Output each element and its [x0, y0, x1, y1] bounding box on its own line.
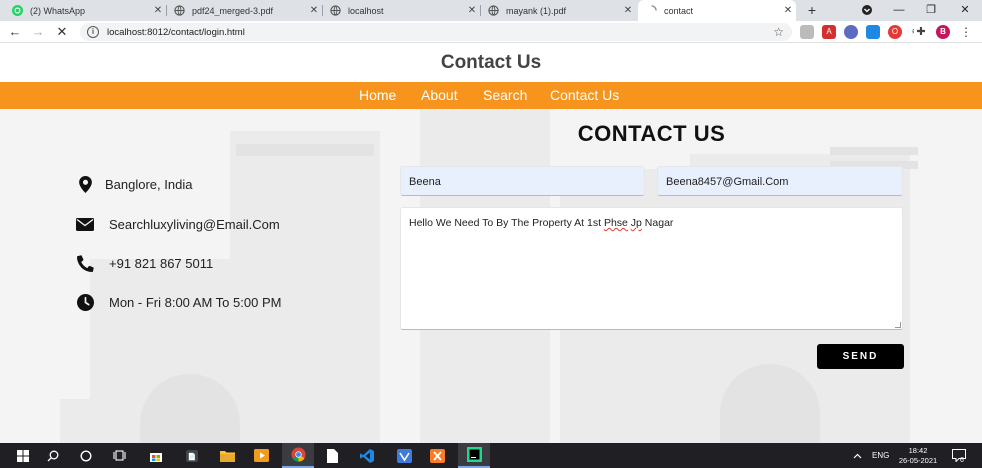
- email-input[interactable]: Beena8457@Gmail.Com: [657, 166, 903, 196]
- tab-close-icon[interactable]: ✕: [306, 5, 322, 16]
- cortana-icon[interactable]: [77, 447, 95, 464]
- bookmark-star-icon[interactable]: ☆: [773, 25, 784, 39]
- globe-icon: [174, 5, 185, 16]
- message-text: Nagar: [641, 217, 674, 229]
- xampp-icon[interactable]: [428, 447, 446, 464]
- new-tab-button[interactable]: +: [803, 0, 821, 21]
- info-address-text: Banglore, India: [105, 176, 193, 192]
- site-info-icon[interactable]: i: [87, 26, 99, 38]
- globe-icon: [488, 5, 499, 16]
- loading-spinner-icon: [646, 5, 657, 16]
- vpn-icon[interactable]: [395, 447, 413, 464]
- windows-start-icon[interactable]: [14, 447, 32, 464]
- textarea-resize-handle[interactable]: [895, 322, 901, 328]
- browser-tab-localhost[interactable]: localhost ✕: [322, 0, 480, 21]
- browser-toolbar: ← → ✕ i localhost:8012/contact/login.htm…: [0, 21, 982, 43]
- restore-icon[interactable]: ❐: [916, 0, 946, 21]
- clock-icon: [76, 293, 94, 311]
- svg-text:📄: 📄: [188, 452, 197, 461]
- extension-opera-icon[interactable]: O: [888, 25, 902, 39]
- whatsapp-icon: [12, 5, 23, 16]
- language-indicator[interactable]: ENG: [872, 443, 889, 468]
- tab-close-icon[interactable]: ✕: [150, 5, 166, 16]
- store-icon[interactable]: [147, 447, 165, 464]
- message-misspelled-word: Phse: [603, 217, 628, 229]
- tab-title: contact: [664, 5, 694, 16]
- info-hours-text: Mon - Fri 8:00 AM To 5:00 PM: [109, 294, 282, 310]
- close-window-icon[interactable]: ✕: [950, 0, 980, 21]
- tab-title: localhost: [348, 5, 384, 16]
- background-building: [230, 131, 380, 443]
- browser-menu-icon[interactable]: ⋮: [959, 25, 973, 39]
- pycharm-icon[interactable]: [458, 443, 490, 468]
- send-button[interactable]: SEND: [817, 344, 904, 369]
- tab-title: mayank (1).pdf: [506, 5, 567, 16]
- nav-about[interactable]: About: [421, 87, 458, 103]
- browser-tab-mayank-pdf[interactable]: mayank (1).pdf ✕: [480, 0, 636, 21]
- chrome-taskbar-icon[interactable]: [282, 443, 314, 468]
- extension-copy-icon[interactable]: [800, 25, 814, 39]
- message-misspelled-word: Jp: [630, 217, 642, 229]
- tab-close-icon[interactable]: ✕: [780, 5, 796, 16]
- address-bar[interactable]: i localhost:8012/contact/login.html ☆: [80, 23, 792, 41]
- tab-title: pdf24_merged-3.pdf: [192, 5, 274, 16]
- search-icon[interactable]: [44, 447, 62, 464]
- nav-search[interactable]: Search: [483, 87, 527, 103]
- contact-section: CONTACT US Banglore, India Searchluxyliv…: [0, 109, 982, 443]
- media-player-icon[interactable]: [252, 447, 270, 464]
- browser-tab-pdf24[interactable]: pdf24_merged-3.pdf ✕: [166, 0, 322, 21]
- site-title: Contact Us: [440, 52, 542, 73]
- task-view-icon[interactable]: [110, 447, 128, 464]
- clock-time: 18:42: [908, 446, 928, 455]
- tab-close-icon[interactable]: ✕: [620, 5, 636, 16]
- extensions-puzzle-icon[interactable]: ✚: [914, 25, 928, 39]
- info-phone: +91 821 867 5011: [76, 254, 213, 272]
- info-address: Banglore, India: [76, 175, 192, 193]
- notepad-icon[interactable]: [323, 447, 341, 464]
- file-explorer-icon[interactable]: [218, 447, 236, 464]
- info-phone-text: +91 821 867 5011: [109, 255, 214, 271]
- nav-contact-us[interactable]: Contact Us: [550, 87, 619, 103]
- name-input[interactable]: Beena: [400, 166, 645, 196]
- tab-close-icon[interactable]: ✕: [464, 5, 480, 16]
- browser-tab-contact[interactable]: contact ✕: [638, 0, 796, 21]
- phone-icon: [76, 254, 94, 272]
- main-navbar: Home About Search Contact Us: [0, 82, 982, 109]
- site-header: Contact Us: [0, 44, 982, 82]
- stop-loading-icon[interactable]: ✕: [53, 23, 71, 41]
- browser-tab-strip: (2) WhatsApp ✕ pdf24_merged-3.pdf ✕ loca…: [0, 0, 982, 21]
- windows-taskbar: 📄 ENG 18:42 26-05-2021 6: [0, 443, 982, 468]
- forward-arrow-icon[interactable]: →: [29, 23, 47, 41]
- profile-avatar[interactable]: B: [936, 25, 950, 39]
- notification-center-icon[interactable]: 6: [952, 443, 966, 468]
- contact-heading: CONTACT US: [577, 121, 726, 146]
- extension-circle-icon[interactable]: [844, 25, 858, 39]
- message-text: Hello We Need To By The Property At 1st: [409, 217, 604, 229]
- location-pin-icon: [76, 175, 94, 193]
- info-email: Searchluxyliving@Email.Com: [76, 215, 280, 233]
- address-url: localhost:8012/contact/login.html: [107, 26, 245, 38]
- extension-blue-icon[interactable]: [866, 25, 880, 39]
- background-building: [60, 399, 140, 443]
- info-email-text: Searchluxyliving@Email.Com: [109, 216, 280, 232]
- envelope-icon: [76, 215, 94, 233]
- tray-chevron-up-icon[interactable]: [853, 443, 862, 468]
- vscode-icon[interactable]: [358, 447, 376, 464]
- back-arrow-icon[interactable]: ←: [6, 23, 24, 41]
- background-building: [830, 147, 918, 155]
- nav-home[interactable]: Home: [359, 87, 396, 103]
- background-building: [236, 144, 374, 156]
- notification-count: 6: [960, 456, 964, 464]
- clock-date: 26-05-2021: [898, 456, 938, 465]
- browser-tab-whatsapp[interactable]: (2) WhatsApp ✕: [4, 0, 166, 21]
- taskbar-app-icon[interactable]: 📄: [183, 447, 201, 464]
- globe-icon: [330, 5, 341, 16]
- tab-title: (2) WhatsApp: [30, 5, 86, 16]
- taskbar-clock[interactable]: 18:42 26-05-2021: [896, 446, 940, 466]
- extension-acrobat-icon[interactable]: A: [822, 25, 836, 39]
- minimize-icon[interactable]: —: [884, 0, 914, 21]
- info-hours: Mon - Fri 8:00 AM To 5:00 PM: [76, 293, 281, 311]
- tab-search-icon[interactable]: [852, 0, 882, 21]
- message-textarea[interactable]: Hello We Need To By The Property At 1st …: [400, 207, 903, 330]
